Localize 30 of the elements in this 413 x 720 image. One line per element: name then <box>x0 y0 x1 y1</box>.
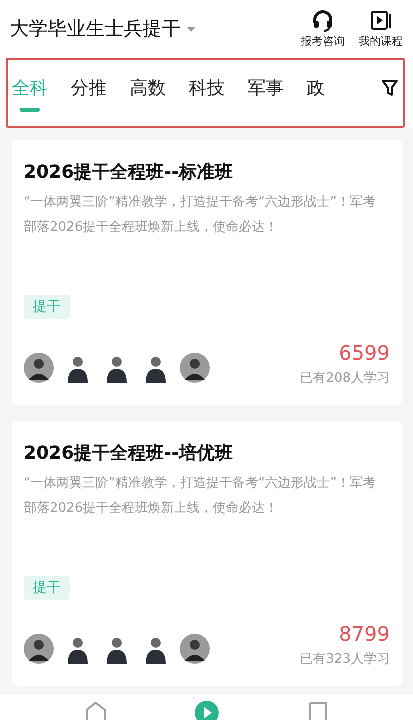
my-courses-button[interactable]: 我的课程 <box>359 10 403 48</box>
course-card[interactable]: 2026提干全程班--标准班 “一体两翼三阶”精准教学，打造提干备考“六边形战士”！军考部落2026提干全程班焕新上线，使命必达！ 提干 6599 已有208人学习 <box>12 140 403 405</box>
course-price: 6599 <box>339 341 390 365</box>
video-icon <box>370 10 392 32</box>
category-tab[interactable]: 分推 <box>71 72 107 114</box>
category-tab[interactable]: 军事 <box>248 72 284 114</box>
avatar <box>24 634 54 664</box>
page-title[interactable]: 大学毕业生士兵提干 <box>10 16 181 42</box>
category-tab[interactable]: 科技 <box>189 72 225 114</box>
consult-button[interactable]: 报考咨询 <box>301 10 345 48</box>
filter-icon[interactable] <box>381 79 399 97</box>
learner-count: 已有323人学习 <box>300 651 390 668</box>
course-card[interactable]: 2026提干全程班--培优班 “一体两翼三阶”精准教学，打造提干备考“六边形战士”！军考部落2026提干全程班焕新上线，使命必达！ 提干 8799 已有323人学习 <box>12 421 403 686</box>
dropdown-caret-icon[interactable] <box>187 26 196 32</box>
course-tag: 提干 <box>24 295 70 319</box>
course-tag: 提干 <box>24 576 70 600</box>
headset-icon <box>312 10 334 32</box>
course-description: “一体两翼三阶”精准教学，打造提干备考“六边形战士”！军考部落2026提干全程班焕新上线，使命必达！ <box>24 194 377 237</box>
course-title: 2026提干全程班--培优班 <box>24 442 234 465</box>
course-description: “一体两翼三阶”精准教学，打造提干备考“六边形战士”！军考部落2026提干全程班焕新上线，使命必达！ <box>24 475 377 518</box>
avatar <box>180 634 210 664</box>
avatar <box>24 353 54 383</box>
avatar <box>180 353 210 383</box>
tab-indicator <box>20 108 40 112</box>
category-tab[interactable]: 政 <box>307 72 325 114</box>
learner-count: 已有208人学习 <box>300 370 390 387</box>
play-icon[interactable] <box>194 700 220 720</box>
course-price: 8799 <box>339 622 390 646</box>
course-title: 2026提干全程班--标准班 <box>24 161 234 184</box>
category-tab[interactable]: 高数 <box>130 72 166 114</box>
